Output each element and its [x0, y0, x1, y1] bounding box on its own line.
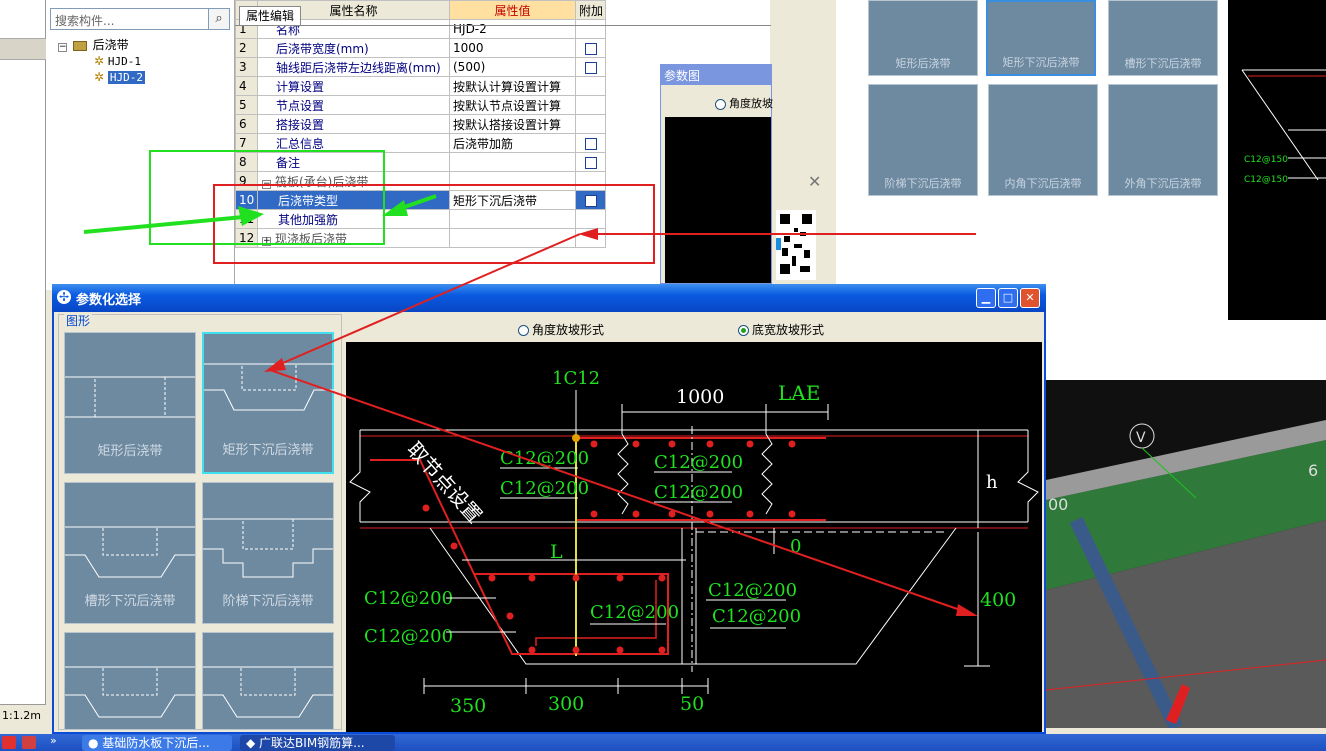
annotation-overlay: [83, 150, 978, 616]
red-arrow-icon: [269, 369, 967, 613]
app-icon[interactable]: [2, 736, 16, 749]
red-arrow-icon: [275, 233, 581, 367]
taskbar-item-2[interactable]: ◆ 广联达BIM钢筋算...: [240, 735, 395, 751]
green-highlight-box: [149, 150, 385, 245]
app-icon[interactable]: [22, 736, 36, 749]
taskbar-label: 广联达BIM钢筋算...: [259, 736, 365, 750]
green-arrow-icon: [83, 214, 255, 234]
taskbar-label: 基础防水板下沉后...: [102, 736, 210, 750]
taskbar: » ● 基础防水板下沉后... ◆ 广联达BIM钢筋算...: [0, 734, 1326, 751]
chevron-right-icon[interactable]: »: [50, 734, 57, 747]
taskbar-item-1[interactable]: ● 基础防水板下沉后...: [82, 735, 232, 751]
